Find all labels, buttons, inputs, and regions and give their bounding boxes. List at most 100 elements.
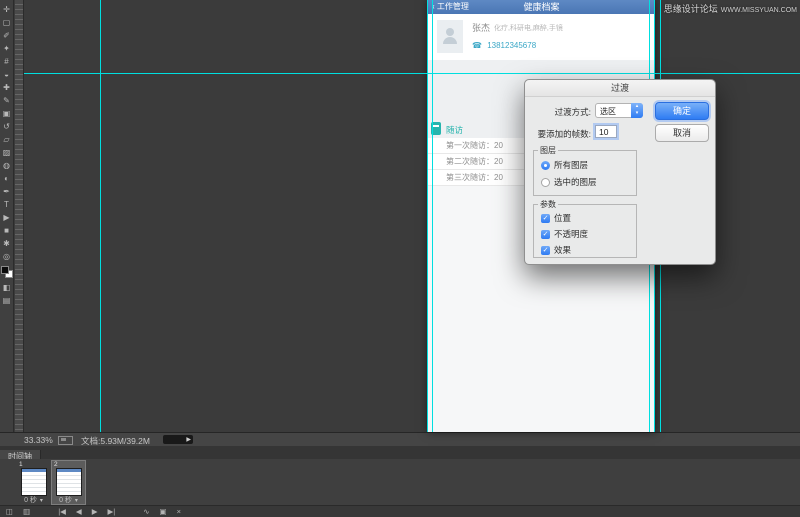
tool-crop-icon[interactable]: # [0,55,14,68]
frame-options-icon[interactable]: ◫ [6,506,13,517]
mockup-patient-name: 张杰 [472,23,491,33]
frame-thumbnail [21,468,47,496]
checkbox-effects[interactable]: ✓ 效果 [541,244,571,256]
tween-dialog: 过渡 过渡方式: 选区 ▴ ▾ 确定 要添加的帧数: 10 取消 图层 所有图层… [524,79,716,265]
tool-eyedropper-icon[interactable]: ◒ [0,68,14,81]
animation-frame-1[interactable]: 1 0 秒 ▾ [17,461,50,504]
tween-method-select[interactable]: 选区 ▴ ▾ [595,103,643,118]
checkbox-opacity[interactable]: ✓ 不透明度 [541,228,588,240]
tween-method-value: 选区 [600,107,616,116]
status-menu-arrow-icon: ▶ [186,437,191,443]
layers-group: 图层 所有图层 选中的图层 [533,145,637,196]
tool-gradient-icon[interactable]: ▨ [0,146,14,159]
radio-all-layers[interactable]: 所有图层 [541,159,588,171]
watermark: 思缘设计论坛 WWW.MISSYUAN.COM [664,2,797,15]
duplicate-frame-icon[interactable]: ▣ [159,506,166,517]
avatar-body-icon [443,37,457,44]
checkbox-checked-icon: ✓ [541,213,550,223]
delete-frame-icon[interactable]: × [177,506,181,517]
mockup-patient-desc: 化疗,科研电,麻醉,手镜 [494,25,563,32]
next-frame-icon[interactable]: ▶| [107,506,115,517]
color-swatches[interactable] [0,266,13,278]
layout-options-icon[interactable]: ▥ [23,506,30,517]
tools-panel: ✛ ▢ ✐ ✦ # ◒ ✚ ✎ ▣ ↺ ▱ ▨ ◍ ◐ ✒ T ▶ ■ ✱ ◎ … [0,0,14,432]
animation-frame-2[interactable]: 2 0 秒 ▾ [51,460,86,505]
guide-vertical [432,0,433,432]
tool-move-icon[interactable]: ✛ [0,3,14,16]
guide-vertical [427,0,428,432]
select-stepper-icon[interactable]: ▴ ▾ [631,103,643,118]
tool-lasso-icon[interactable]: ✐ [0,29,14,42]
first-frame-icon[interactable]: |◀ [58,506,66,517]
tween-method-label: 过渡方式: [554,107,591,117]
mockup-nav-header: ‹ 工作管理 健康档案 [428,0,655,14]
timeline-panel: 时间轴 1 0 秒 ▾ 2 0 秒 ▾ ◫ ▥ |◀ ◀ ▶ ▶| ∿ ▣ × [0,446,800,517]
watermark-en: WWW.MISSYUAN.COM [720,7,797,14]
tool-brush-icon[interactable]: ✎ [0,94,14,107]
mockup-profile-card: 张杰 化疗,科研电,麻醉,手镜 ☎ 13812345678 [428,14,655,61]
timeline-frames-area: 1 0 秒 ▾ 2 0 秒 ▾ [0,459,800,506]
dialog-titlebar[interactable]: 过渡 [525,80,715,97]
tween-icon[interactable]: ∿ [143,506,149,517]
status-menu[interactable]: ▶ [163,435,193,444]
vertical-ruler[interactable] [15,0,24,432]
caret-up-icon: ▴ [635,103,639,109]
mask-mode-icon[interactable]: ◧ [0,281,14,294]
ok-button[interactable]: 确定 [655,102,709,120]
status-bar: 33.33% 文档:5.93M/39.2M ▶ [0,432,800,446]
tool-quick-select-icon[interactable]: ✦ [0,42,14,55]
phone-icon: ☎ [472,41,482,50]
avatar-head-icon [446,28,454,36]
zoom-scrubber-icon[interactable] [58,436,73,445]
tool-pen-icon[interactable]: ✒ [0,185,14,198]
checkbox-checked-icon: ✓ [541,229,550,239]
checkbox-position[interactable]: ✓ 位置 [541,212,571,224]
radio-selected-layers[interactable]: 选中的图层 [541,176,597,188]
mockup-phone-row: ☎ 13812345678 [472,41,536,50]
tool-hand-icon[interactable]: ✱ [0,237,14,250]
tool-eraser-icon[interactable]: ▱ [0,133,14,146]
frame-delay-value: 0 秒 [59,497,72,504]
frame-delay-value: 0 秒 [24,497,37,504]
frame-delay-dropdown[interactable]: 0 秒 ▾ [17,495,50,505]
radio-on-icon [541,160,550,170]
play-icon[interactable]: ▶ [92,506,98,517]
checkbox-effects-label: 效果 [554,245,572,255]
parameters-group-legend: 参数 [538,199,558,210]
tool-marquee-icon[interactable]: ▢ [0,16,14,29]
tool-healing-brush-icon[interactable]: ✚ [0,81,14,94]
tool-dodge-icon[interactable]: ◐ [0,172,14,185]
radio-all-layers-label: 所有图层 [554,160,589,170]
tool-history-brush-icon[interactable]: ↺ [0,120,14,133]
guide-horizontal [24,73,800,74]
caret-down-icon: ▾ [74,498,78,504]
caret-down-icon: ▾ [635,110,639,116]
cancel-button[interactable]: 取消 [655,124,709,142]
prev-frame-icon[interactable]: ◀ [76,506,82,517]
frames-to-add-label: 要添加的帧数: [537,129,591,139]
tool-path-select-icon[interactable]: ▶ [0,211,14,224]
frames-to-add-input[interactable]: 10 [595,125,617,138]
tool-clone-stamp-icon[interactable]: ▣ [0,107,14,120]
radio-selected-layers-label: 选中的图层 [554,177,597,187]
parameters-group: 参数 ✓ 位置 ✓ 不透明度 ✓ 效果 [533,199,637,258]
checkbox-position-label: 位置 [554,213,572,223]
checkbox-checked-icon: ✓ [541,245,550,255]
zoom-level-field[interactable]: 33.33% [24,435,53,445]
tool-blur-icon[interactable]: ◍ [0,159,14,172]
layers-group-legend: 图层 [538,145,558,156]
guide-vertical [100,0,101,432]
photoshop-window: ✛ ▢ ✐ ✦ # ◒ ✚ ✎ ▣ ↺ ▱ ▨ ◍ ◐ ✒ T ▶ ■ ✱ ◎ … [0,0,800,517]
checkbox-opacity-label: 不透明度 [554,229,589,239]
timeline-header: 时间轴 [0,446,800,463]
avatar [437,20,463,53]
frame-number: 2 [54,461,58,468]
tool-type-icon[interactable]: T [0,198,14,211]
frame-delay-dropdown[interactable]: 0 秒 ▾ [52,495,85,505]
tool-shape-icon[interactable]: ■ [0,224,14,237]
frame-number: 1 [19,461,23,468]
tool-zoom-icon[interactable]: ◎ [0,250,14,263]
mockup-page-title: 健康档案 [523,2,560,12]
screen-mode-icon[interactable]: ▤ [0,294,14,307]
thumb-content-lines [22,472,46,495]
